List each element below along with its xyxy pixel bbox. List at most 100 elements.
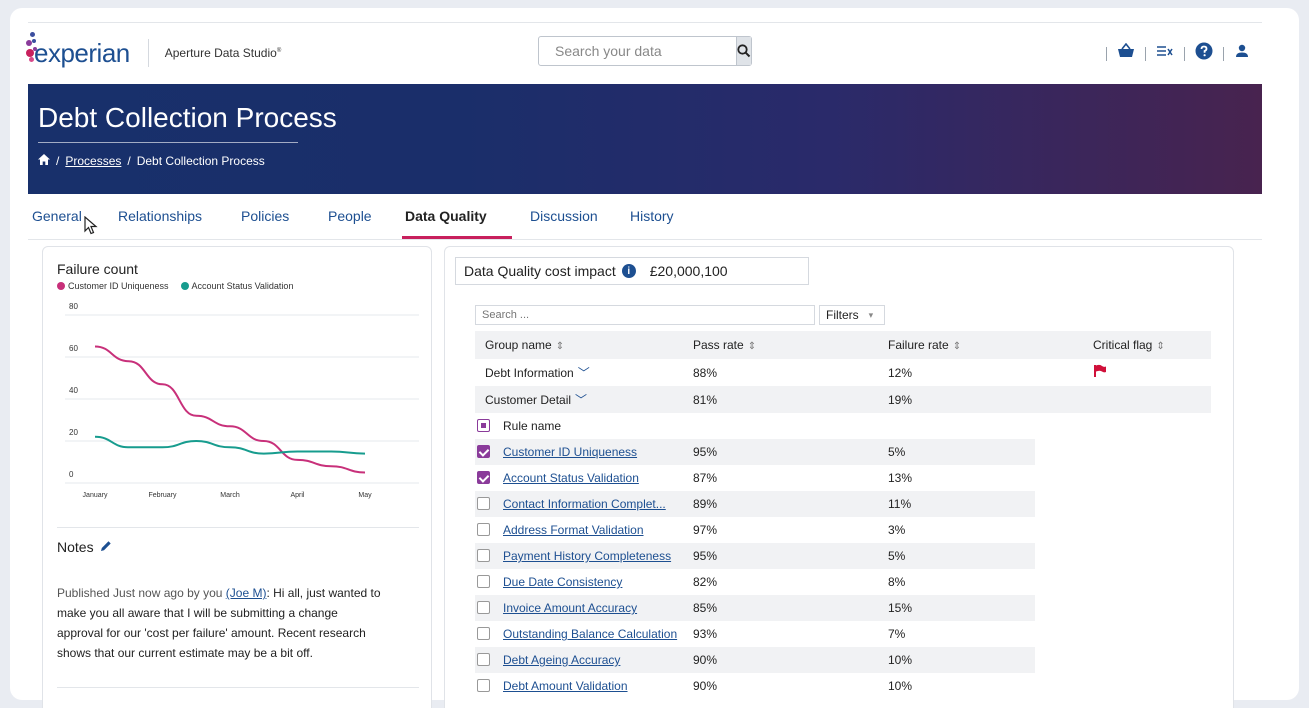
group-row[interactable]: Debt Information ﹀ 88% 12%: [475, 359, 1211, 386]
logo-separator: [147, 39, 149, 67]
rule-row[interactable]: Customer ID Uniqueness 95% 5%: [475, 439, 1035, 465]
rule-checkbox[interactable]: [477, 471, 490, 484]
rule-pass-rate: 89%: [693, 497, 718, 511]
rule-checkbox[interactable]: [477, 549, 490, 562]
page-banner: Debt Collection Process / Processes / De…: [28, 84, 1262, 194]
col-failure-rate[interactable]: Failure rate ⇕: [888, 338, 961, 352]
col-critical-flag[interactable]: Critical flag ⇕: [1093, 338, 1165, 352]
icon-divider: [1106, 46, 1107, 61]
y-tick-label: 80: [69, 302, 78, 311]
tab-people[interactable]: People: [328, 208, 372, 224]
failure-count-chart: 0 20 40 60 80 January February March April May: [65, 302, 419, 499]
rule-row[interactable]: Account Status Validation 87% 13%: [475, 465, 1035, 491]
rule-row[interactable]: Address Format Validation 97% 3%: [475, 517, 1035, 543]
chart-title: Failure count: [57, 261, 138, 277]
breadcrumb: / Processes / Debt Collection Process: [38, 154, 265, 168]
rule-failure-rate: 8%: [888, 575, 906, 589]
rule-pass-rate: 93%: [693, 627, 718, 641]
cost-impact-value: £20,000,100: [649, 263, 728, 279]
legend-label: Account Status Validation: [191, 281, 294, 291]
tab-history[interactable]: History: [630, 208, 674, 224]
tab-discussion[interactable]: Discussion: [530, 208, 598, 224]
rule-row[interactable]: Contact Information Complet... 89% 11%: [475, 491, 1035, 517]
col-group-name[interactable]: Group name ⇕: [485, 338, 564, 352]
notes-header: Notes: [57, 539, 112, 555]
rule-failure-rate: 10%: [888, 653, 913, 667]
rule-pass-rate: 95%: [693, 445, 718, 459]
rule-checkbox[interactable]: [477, 679, 490, 692]
rules-search-input[interactable]: [475, 305, 815, 325]
data-quality-table: Group name ⇕ Pass rate ⇕ Failure rate ⇕ Cri…: [475, 331, 1211, 699]
group-name[interactable]: Debt Information ﹀: [485, 364, 590, 381]
sort-icon: ⇕: [747, 341, 757, 352]
rule-failure-rate: 3%: [888, 523, 906, 537]
rule-name-link[interactable]: Due Date Consistency: [503, 575, 622, 589]
global-search: [538, 36, 752, 66]
rule-name-link[interactable]: Contact Information Complet...: [503, 497, 666, 511]
rule-checkbox[interactable]: [477, 523, 490, 536]
info-icon[interactable]: i: [621, 264, 636, 278]
home-icon[interactable]: [38, 154, 50, 168]
table-header-row: Group name ⇕ Pass rate ⇕ Failure rate ⇕ Cri…: [475, 331, 1211, 359]
y-tick-label: 60: [69, 344, 78, 353]
rule-name-link[interactable]: Payment History Completeness: [503, 549, 671, 563]
search-button[interactable]: [736, 37, 751, 65]
rule-name-link[interactable]: Address Format Validation: [503, 523, 644, 537]
basket-icon[interactable]: [1117, 42, 1135, 64]
tab-data-quality[interactable]: Data Quality: [405, 208, 487, 224]
global-search-input[interactable]: [539, 37, 736, 65]
tab-general[interactable]: General: [32, 208, 82, 224]
rule-row[interactable]: Debt Ageing Accuracy 90% 10%: [475, 647, 1035, 673]
rule-name-link[interactable]: Outstanding Balance Calculation: [503, 627, 677, 641]
note-author-link[interactable]: (Joe M): [226, 586, 267, 600]
rule-name-link[interactable]: Account Status Validation: [503, 471, 639, 485]
filters-label: Filters: [826, 308, 859, 322]
select-all-checkbox[interactable]: [477, 419, 490, 432]
rule-checkbox[interactable]: [477, 497, 490, 510]
rule-checkbox[interactable]: [477, 575, 490, 588]
col-pass-rate[interactable]: Pass rate ⇕: [693, 338, 756, 352]
sort-icon: ⇕: [1156, 341, 1165, 352]
user-icon[interactable]: [1234, 43, 1250, 64]
app-title: Aperture Data Studio®: [164, 46, 282, 60]
help-icon[interactable]: [1195, 42, 1213, 65]
tasks-icon[interactable]: [1156, 44, 1174, 63]
rule-failure-rate: 7%: [888, 627, 906, 641]
group-row[interactable]: Customer Detail ﹀ 81% 19%: [475, 386, 1211, 413]
notes-title: Notes: [57, 539, 94, 555]
legend-item-account-status[interactable]: Account Status Validation: [180, 281, 294, 291]
title-underline: [38, 142, 298, 143]
rule-checkbox[interactable]: [477, 627, 490, 640]
pencil-icon[interactable]: [100, 539, 112, 555]
legend-item-customer-id[interactable]: Customer ID Uniqueness: [57, 281, 169, 291]
rule-row[interactable]: Invoice Amount Accuracy 85% 15%: [475, 595, 1035, 621]
breadcrumb-processes-link[interactable]: Processes: [65, 154, 121, 168]
rule-pass-rate: 82%: [693, 575, 718, 589]
rule-failure-rate: 5%: [888, 549, 906, 563]
rule-failure-rate: 13%: [888, 471, 913, 485]
rule-row[interactable]: Debt Amount Validation 90% 10%: [475, 673, 1035, 699]
breadcrumb-separator: /: [127, 154, 131, 168]
rule-checkbox[interactable]: [477, 601, 490, 614]
rule-name-link[interactable]: Debt Amount Validation: [503, 679, 628, 693]
sort-icon: ⇕: [952, 341, 962, 352]
cost-impact-box: Data Quality cost impact i £20,000,100: [455, 257, 809, 285]
sort-icon: ⇕: [555, 341, 565, 352]
mouse-cursor-icon: [84, 215, 100, 241]
experian-logo[interactable]: experian: [26, 31, 130, 69]
rule-row[interactable]: Payment History Completeness 95% 5%: [475, 543, 1035, 569]
tab-policies[interactable]: Policies: [241, 208, 289, 224]
rule-failure-rate: 10%: [888, 679, 913, 693]
rule-row[interactable]: Due Date Consistency 82% 8%: [475, 569, 1035, 595]
series-line-0: [94, 345, 366, 474]
rule-name-link[interactable]: Customer ID Uniqueness: [503, 445, 637, 459]
rule-checkbox[interactable]: [477, 445, 490, 458]
rule-row[interactable]: Outstanding Balance Calculation 93% 7%: [475, 621, 1035, 647]
filters-dropdown[interactable]: Filters ▾: [819, 305, 885, 325]
rule-name-link[interactable]: Invoice Amount Accuracy: [503, 601, 637, 615]
tab-relationships[interactable]: Relationships: [118, 208, 202, 224]
group-name[interactable]: Customer Detail ﹀: [485, 391, 587, 408]
rule-failure-rate: 15%: [888, 601, 913, 615]
rule-checkbox[interactable]: [477, 653, 490, 666]
rule-name-link[interactable]: Debt Ageing Accuracy: [503, 653, 620, 667]
